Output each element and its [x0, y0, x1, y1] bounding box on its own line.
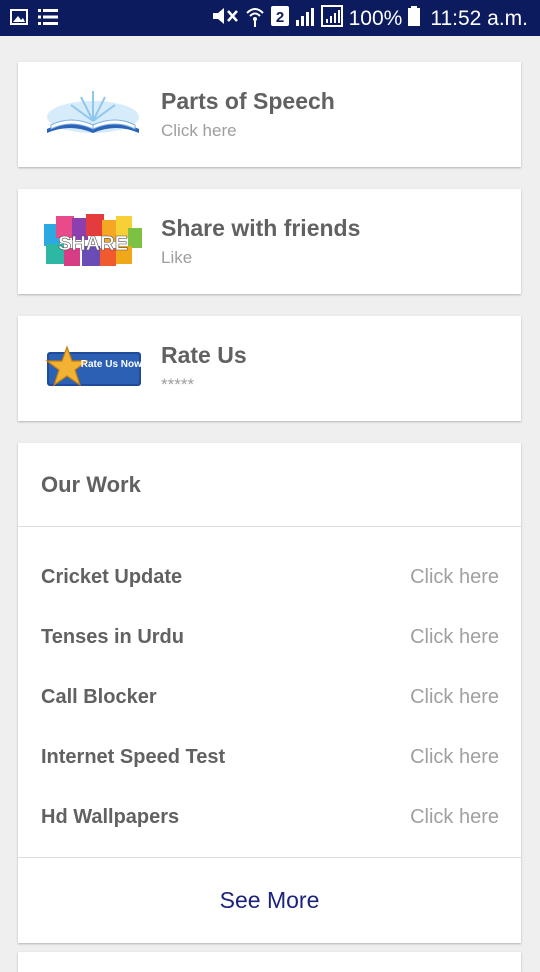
click-here-link[interactable]: Click here: [410, 686, 499, 709]
rate-us-star-icon: Rate Us Now!: [42, 338, 144, 400]
sim2-icon: 2: [270, 6, 289, 32]
card-title: Rate Us: [161, 342, 247, 368]
list-item[interactable]: Call Blocker Click here: [18, 667, 521, 727]
battery-icon: [408, 6, 421, 32]
app-name: Internet Speed Test: [41, 745, 226, 768]
click-here-link[interactable]: Click here: [410, 746, 499, 769]
card-title: Share with friends: [161, 215, 361, 241]
mute-icon: [211, 6, 239, 32]
rate-us-badge-text: Rate Us Now!: [81, 359, 143, 370]
image-icon: [10, 9, 28, 30]
menu-list-icon: [38, 8, 58, 31]
svg-text:2: 2: [275, 9, 283, 26]
our-work-card: Our Work Cricket Update Click here Tense…: [18, 443, 521, 943]
click-here-link[interactable]: Click here: [410, 566, 499, 589]
click-here-link[interactable]: Click here: [410, 806, 499, 829]
signal-icon-2: [320, 5, 343, 33]
next-card: [18, 952, 521, 972]
open-book-icon: [42, 84, 144, 146]
our-work-heading: Our Work: [18, 443, 521, 527]
battery-percent: 100%: [348, 7, 403, 30]
wifi-icon: [245, 5, 265, 33]
app-name: Hd Wallpapers: [41, 805, 180, 828]
card-subtitle: Click here: [161, 121, 237, 140]
see-more-button[interactable]: See More: [18, 857, 521, 943]
app-name: Tenses in Urdu: [41, 625, 184, 648]
app-name: Cricket Update: [41, 565, 183, 588]
share-icon: SHARE: [42, 211, 144, 273]
app-name: Call Blocker: [41, 685, 157, 708]
list-item[interactable]: Internet Speed Test Click here: [18, 727, 521, 787]
card-rate-us[interactable]: Rate Us Now! Rate Us *****: [18, 316, 521, 421]
card-share-with-friends[interactable]: SHARE Share with friends Like: [18, 189, 521, 294]
list-item[interactable]: Tenses in Urdu Click here: [18, 607, 521, 667]
clock: 11:52 a.m.: [430, 7, 528, 30]
list-item[interactable]: Cricket Update Click here: [18, 547, 521, 607]
list-item[interactable]: Hd Wallpapers Click here: [18, 787, 521, 847]
svg-text:SHARE: SHARE: [58, 233, 128, 255]
card-subtitle: *****: [161, 375, 195, 394]
our-work-list: Cricket Update Click here Tenses in Urdu…: [18, 527, 521, 857]
card-parts-of-speech[interactable]: Parts of Speech Click here: [18, 62, 521, 167]
card-subtitle: Like: [161, 248, 193, 267]
card-title: Parts of Speech: [161, 88, 335, 114]
click-here-link[interactable]: Click here: [410, 626, 499, 649]
signal-icon: [295, 6, 315, 32]
status-bar: 2 100% 11:52 a.m.: [0, 0, 540, 36]
